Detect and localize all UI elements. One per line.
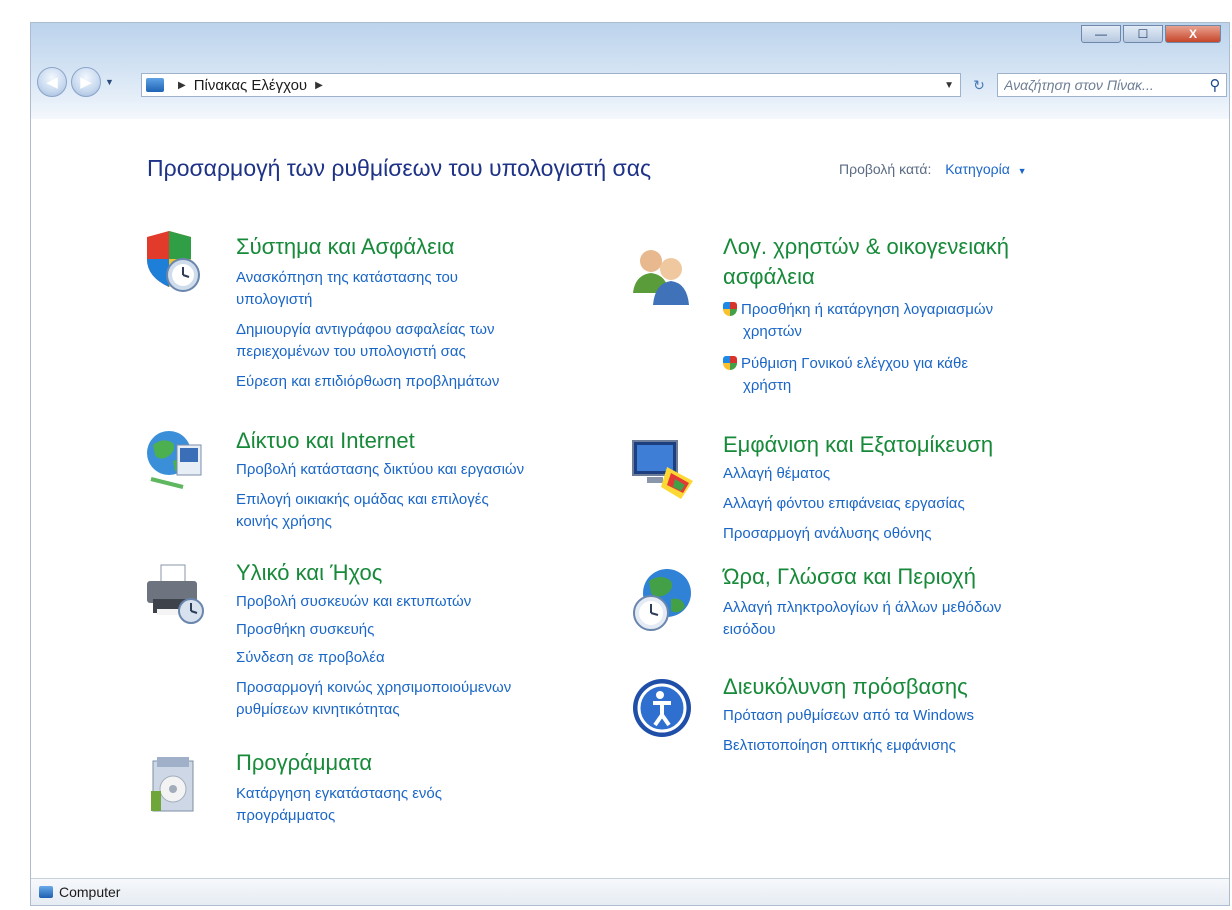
address-bar[interactable]: ▶ Πίνακας Ελέγχου ▶ ▼ bbox=[141, 73, 961, 97]
page-title: Προσαρμογή των ρυθμίσεων του υπολογιστή … bbox=[147, 155, 652, 181]
category-hardware-sound[interactable]: Υλικό και Ήχος bbox=[236, 559, 382, 588]
network-globe-icon[interactable] bbox=[143, 427, 203, 489]
breadcrumb-arrow-icon[interactable]: ▶ bbox=[315, 80, 323, 91]
link-add-remove-accounts[interactable]: Προσθήκη ή κατάργηση λογαριασμών bbox=[723, 299, 993, 321]
link-parental-controls-label[interactable]: Ρύθμιση Γονικού ελέγχου για κάθε bbox=[741, 355, 968, 372]
link-homegroup-cont[interactable]: κοινής χρήσης bbox=[236, 511, 332, 533]
link-windows-suggestions[interactable]: Πρόταση ρυθμίσεων από τα Windows bbox=[723, 705, 974, 727]
refresh-icon: ↻ bbox=[973, 76, 985, 93]
category-ease-of-access[interactable]: Διευκόλυνση πρόσβασης bbox=[723, 673, 968, 702]
breadcrumb-control-panel[interactable]: Πίνακας Ελέγχου bbox=[194, 77, 307, 94]
link-change-background[interactable]: Αλλαγή φόντου επιφάνειας εργασίας bbox=[723, 493, 965, 515]
link-add-remove-accounts-label[interactable]: Προσθήκη ή κατάργηση λογαριασμών bbox=[741, 301, 993, 318]
link-uninstall-program-cont[interactable]: προγράμματος bbox=[236, 805, 335, 827]
link-add-device[interactable]: Προσθήκη συσκευής bbox=[236, 619, 374, 641]
control-panel-window: — ☐ X ◀ ▶ ▼ ▶ Πίνακας Ελέγχου ▶ ▼ ↻ Αναζ… bbox=[30, 22, 1230, 906]
link-homegroup[interactable]: Επιλογή οικιακής ομάδας και επιλογές bbox=[236, 489, 489, 511]
maximize-button[interactable]: ☐ bbox=[1123, 25, 1163, 43]
link-backup-cont[interactable]: περιεχομένων του υπολογιστή σας bbox=[236, 341, 466, 363]
chevron-down-icon[interactable]: ▼ bbox=[1018, 166, 1027, 176]
link-devices-printers[interactable]: Προβολή συσκευών και εκτυπωτών bbox=[236, 591, 471, 613]
link-review-status[interactable]: Ανασκόπηση της κατάστασης του bbox=[236, 267, 458, 289]
uac-shield-icon bbox=[723, 356, 737, 370]
view-by-dropdown[interactable]: Κατηγορία bbox=[945, 161, 1010, 177]
forward-arrow-icon: ▶ bbox=[80, 74, 92, 91]
minimize-button[interactable]: — bbox=[1081, 25, 1121, 43]
window-controls: — ☐ X bbox=[1081, 25, 1221, 43]
search-placeholder: Αναζήτηση στον Πίνακ... bbox=[1004, 77, 1154, 93]
computer-icon bbox=[39, 886, 53, 898]
category-appearance[interactable]: Εμφάνιση και Εξατομίκευση bbox=[723, 431, 993, 460]
status-bar: Computer bbox=[31, 878, 1229, 905]
link-mobility-settings-cont[interactable]: ρυθμίσεων κινητικότητας bbox=[236, 699, 400, 721]
category-network-internet[interactable]: Δίκτυο και Internet bbox=[236, 427, 415, 456]
forward-button[interactable]: ▶ bbox=[71, 67, 101, 97]
back-arrow-icon: ◀ bbox=[46, 74, 58, 91]
link-network-status[interactable]: Προβολή κατάστασης δικτύου και εργασιών bbox=[236, 459, 524, 481]
link-review-status-cont[interactable]: υπολογιστή bbox=[236, 289, 312, 311]
link-troubleshoot[interactable]: Εύρεση και επιδιόρθωση προβλημάτων bbox=[236, 371, 499, 393]
category-user-accounts-cont[interactable]: ασφάλεια bbox=[723, 263, 815, 292]
link-backup[interactable]: Δημιουργία αντιγράφου ασφαλείας των bbox=[236, 319, 495, 341]
category-user-accounts[interactable]: Λογ. χρηστών & οικογενειακή bbox=[723, 233, 1009, 262]
control-panel-icon bbox=[146, 78, 164, 92]
link-connect-projector[interactable]: Σύνδεση σε προβολέα bbox=[236, 647, 385, 669]
search-input[interactable]: Αναζήτηση στον Πίνακ... ⚲ bbox=[997, 73, 1227, 97]
refresh-button[interactable]: ↻ bbox=[965, 73, 993, 97]
category-clock-language-region[interactable]: Ώρα, Γλώσσα και Περιοχή bbox=[723, 563, 976, 592]
programs-box-icon[interactable] bbox=[143, 755, 203, 815]
breadcrumb-arrow-icon[interactable]: ▶ bbox=[178, 80, 186, 91]
link-parental-controls[interactable]: Ρύθμιση Γονικού ελέγχου για κάθε bbox=[723, 353, 968, 375]
link-keyboards-input-cont[interactable]: εισόδου bbox=[723, 619, 776, 641]
globe-clock-icon[interactable] bbox=[631, 567, 691, 631]
link-add-remove-accounts-cont[interactable]: χρηστών bbox=[743, 321, 802, 343]
address-dropdown-icon[interactable]: ▼ bbox=[944, 80, 954, 91]
link-keyboards-input[interactable]: Αλλαγή πληκτρολογίων ή άλλων μεθόδων bbox=[723, 597, 1001, 619]
link-mobility-settings[interactable]: Προσαρμογή κοινώς χρησιμοποιούμενων bbox=[236, 677, 511, 699]
category-system-security[interactable]: Σύστημα και Ασφάλεια bbox=[236, 233, 455, 262]
link-screen-resolution[interactable]: Προσαρμογή ανάλυσης οθόνης bbox=[723, 523, 931, 545]
search-icon[interactable]: ⚲ bbox=[1204, 76, 1226, 94]
shield-clock-icon[interactable] bbox=[143, 231, 203, 292]
ease-of-access-icon[interactable] bbox=[631, 677, 691, 737]
status-text: Computer bbox=[59, 884, 121, 900]
users-icon[interactable] bbox=[631, 245, 691, 305]
link-change-theme[interactable]: Αλλαγή θέματος bbox=[723, 463, 830, 485]
recent-pages-dropdown-icon[interactable]: ▼ bbox=[105, 77, 114, 87]
link-optimize-visual[interactable]: Βελτιστοποίηση οπτικής εμφάνισης bbox=[723, 735, 956, 757]
uac-shield-icon bbox=[723, 302, 737, 316]
close-button[interactable]: X bbox=[1165, 25, 1221, 43]
printer-icon[interactable] bbox=[143, 563, 204, 624]
link-uninstall-program[interactable]: Κατάργηση εγκατάστασης ενός bbox=[236, 783, 442, 805]
monitor-palette-icon[interactable] bbox=[631, 437, 693, 499]
view-by: Προβολή κατά: Κατηγορία ▼ bbox=[839, 161, 1027, 177]
link-parental-controls-cont[interactable]: χρήστη bbox=[743, 375, 791, 397]
back-button[interactable]: ◀ bbox=[37, 67, 67, 97]
title-bar: — ☐ X ◀ ▶ ▼ ▶ Πίνακας Ελέγχου ▶ ▼ ↻ Αναζ… bbox=[31, 23, 1229, 119]
view-by-label: Προβολή κατά: bbox=[839, 161, 932, 177]
category-programs[interactable]: Προγράμματα bbox=[236, 749, 372, 778]
